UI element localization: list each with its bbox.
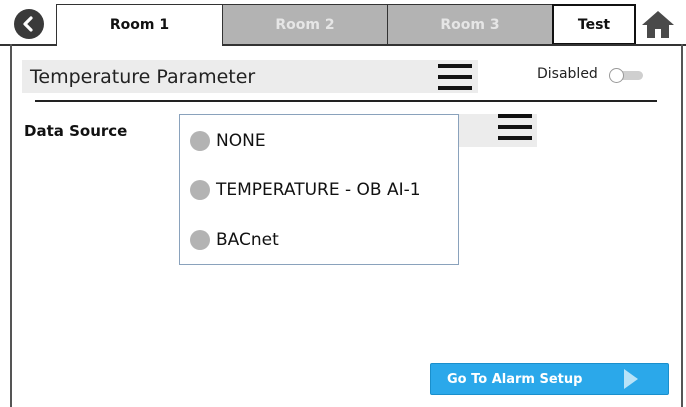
section-divider	[35, 100, 657, 102]
frame-left-border	[10, 44, 12, 407]
data-source-option-temperature[interactable]: TEMPERATURE - OB AI-1	[190, 176, 421, 204]
data-source-option-none[interactable]: NONE	[190, 127, 266, 155]
chevron-left-icon	[23, 16, 33, 32]
tab-room-2[interactable]: Room 2	[222, 4, 388, 45]
home-icon	[642, 11, 674, 38]
play-arrow-icon	[624, 369, 638, 389]
data-source-menu-button[interactable]	[498, 114, 534, 144]
radio-icon	[190, 180, 210, 200]
data-source-option-bacnet[interactable]: BACnet	[190, 226, 279, 254]
go-to-alarm-setup-button[interactable]: Go To Alarm Setup	[430, 363, 669, 395]
home-button[interactable]	[638, 8, 678, 40]
parameter-menu-button[interactable]	[438, 62, 472, 92]
tab-room-3[interactable]: Room 3	[387, 4, 553, 45]
parameter-title: Temperature Parameter	[30, 65, 256, 88]
enable-toggle[interactable]	[609, 68, 645, 83]
alarm-setup-label: Go To Alarm Setup	[447, 372, 583, 387]
frame-right-border	[681, 44, 683, 407]
menu-line-top	[438, 64, 472, 68]
tab-room-3-label: Room 3	[440, 16, 500, 33]
menu-line-bottom	[438, 86, 472, 90]
tab-test[interactable]: Test	[552, 4, 636, 45]
data-source-label: Data Source	[24, 122, 128, 140]
tab-bar: Room 1 Room 2 Room 3 Test	[0, 0, 686, 46]
status-label: Disabled	[537, 66, 598, 82]
app-screen: Room 1 Room 2 Room 3 Test Temperature Pa…	[0, 0, 686, 407]
menu-line-middle	[498, 125, 532, 129]
tab-room-1-label: Room 1	[109, 17, 170, 33]
data-source-dropdown-list: NONE TEMPERATURE - OB AI-1 BACnet	[179, 114, 459, 265]
menu-line-top	[498, 114, 532, 118]
menu-line-middle	[438, 75, 472, 79]
tab-room-2-label: Room 2	[275, 16, 335, 33]
active-tab-gap	[57, 44, 222, 46]
toggle-knob	[609, 68, 624, 83]
option-label: TEMPERATURE - OB AI-1	[216, 180, 421, 200]
tab-room-1[interactable]: Room 1	[56, 4, 223, 45]
radio-icon	[190, 131, 210, 151]
parameter-title-bar: Temperature Parameter	[22, 60, 478, 93]
option-label: BACnet	[216, 230, 279, 250]
radio-icon	[190, 230, 210, 250]
back-button[interactable]	[14, 9, 44, 39]
option-label: NONE	[216, 131, 266, 151]
tab-test-label: Test	[577, 16, 611, 33]
menu-line-bottom	[498, 136, 532, 140]
